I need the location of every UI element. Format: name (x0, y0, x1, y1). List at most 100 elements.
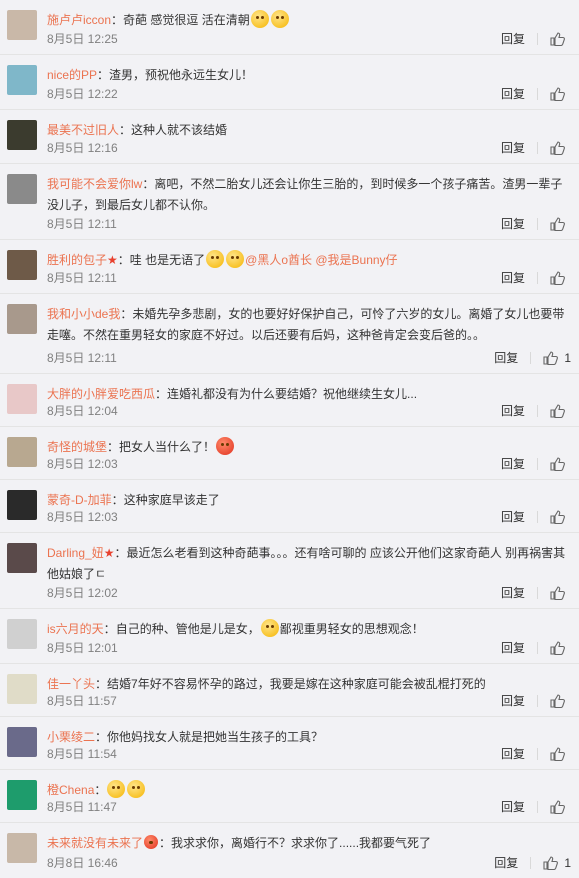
comment-content: 连婚礼都没有为什么要结婚？祝他继续生女儿... (167, 387, 418, 401)
timestamp: 8月5日 12:11 (47, 271, 117, 285)
comment-text: 我和小小de我：未婚先孕多悲剧，女的也要好好保护自己，可怜了六岁的女儿。离婚了女… (47, 304, 571, 346)
disdain-emoji-icon (260, 619, 279, 637)
like-button[interactable]: 1 (543, 350, 571, 366)
divider (537, 587, 538, 599)
username-link[interactable]: 佳一丫头 (47, 677, 95, 691)
reply-button[interactable]: 回复 (501, 86, 525, 102)
avatar[interactable] (7, 490, 37, 520)
reply-button[interactable]: 回复 (501, 746, 525, 762)
username-link[interactable]: 大胖的小胖爱吃西瓜 (47, 387, 155, 401)
comment-item: 橙Chena： 8月5日 11:47 回复 (0, 770, 579, 823)
avatar[interactable] (7, 384, 37, 414)
avatar[interactable] (7, 619, 37, 649)
comment-content-continued: 鄙视重男轻女的思想观念！ (279, 622, 424, 636)
like-button[interactable] (550, 141, 571, 155)
like-button[interactable]: 1 (543, 855, 571, 871)
comment-actions: 回复 (501, 456, 571, 472)
comment-actions: 回复 (501, 216, 571, 232)
comment-body: nice的PP：渣男，预祝他永远生女儿！ (47, 65, 571, 86)
reply-button[interactable]: 回复 (501, 216, 525, 232)
mention-link[interactable]: @我是Bunny仔 (315, 253, 397, 267)
thumbs-up-icon (550, 404, 565, 418)
like-button[interactable] (550, 271, 571, 285)
avatar[interactable] (7, 780, 37, 810)
comment-actions: 回复 (501, 140, 571, 156)
avatar[interactable] (7, 65, 37, 95)
username-link[interactable]: 橙Chena (47, 783, 94, 797)
comment-body: 胜利的包子★：哇 也是无语了 @黑人o酋长 @我是Bunny仔 (47, 250, 571, 271)
comment-text: 橙Chena： (47, 780, 571, 801)
username-link[interactable]: Darling_妞 (47, 546, 104, 560)
avatar[interactable] (7, 543, 37, 573)
comment-item: 大胖的小胖爱吃西瓜：连婚礼都没有为什么要结婚？祝他继续生女儿... 8月5日 1… (0, 374, 579, 427)
reply-button[interactable]: 回复 (494, 350, 518, 366)
comment-meta: 8月5日 12:11 回复 (47, 216, 571, 232)
username-link[interactable]: 施卢卢iccon (47, 13, 111, 27)
timestamp: 8月5日 12:03 (47, 510, 118, 524)
reply-button[interactable]: 回复 (501, 270, 525, 286)
comment-content: 这种家庭早该走了 (123, 493, 220, 507)
reply-button[interactable]: 回复 (501, 693, 525, 709)
separator: ： (95, 677, 108, 691)
thumbs-up-icon (550, 457, 565, 471)
avatar[interactable] (7, 437, 37, 467)
reply-button[interactable]: 回复 (494, 855, 518, 871)
like-button[interactable] (550, 457, 571, 471)
like-button[interactable] (550, 404, 571, 418)
avatar-image (7, 543, 37, 573)
username-link[interactable]: 胜利的包子 (47, 253, 107, 267)
username-link[interactable]: 奇怪的城堡 (47, 440, 107, 454)
username-link[interactable]: 未来就没有未来了 (47, 836, 143, 850)
like-button[interactable] (550, 800, 571, 814)
timestamp: 8月5日 11:54 (47, 747, 117, 761)
username-link[interactable]: 我和小小de我 (47, 307, 120, 321)
reply-button[interactable]: 回复 (501, 509, 525, 525)
separator: ： (117, 253, 130, 267)
like-button[interactable] (550, 586, 571, 600)
avatar-image (7, 384, 37, 414)
comment-body: Darling_妞★：最近怎么老看到这种奇葩事。。。还有啥可聊的 应该公开他们这… (47, 543, 571, 585)
divider (537, 511, 538, 523)
username-link[interactable]: 最美不过旧人 (47, 123, 119, 137)
reply-button[interactable]: 回复 (501, 799, 525, 815)
laugh-emoji-icon (250, 10, 269, 28)
like-button[interactable] (550, 747, 571, 761)
separator: ： (103, 622, 116, 636)
comment-body: 小栗绫二：你他妈找女人就是把她当生孩子的工具？ (47, 727, 571, 748)
like-button[interactable] (550, 694, 571, 708)
avatar[interactable] (7, 10, 37, 40)
username-link[interactable]: is六月的天 (47, 622, 104, 636)
username-link[interactable]: 我可能不会爱你lw (47, 177, 142, 191)
username-link[interactable]: 蒙奇-D-加菲 (47, 493, 112, 507)
avatar[interactable] (7, 833, 37, 863)
comment-content: 结婚7年好不容易怀孕的路过，我要是嫁在这种家庭可能会被乱棍打死的 (107, 677, 486, 691)
username-link[interactable]: 小栗绫二 (47, 730, 95, 744)
avatar[interactable] (7, 120, 37, 150)
like-button[interactable] (550, 87, 571, 101)
reply-button[interactable]: 回复 (501, 31, 525, 47)
avatar[interactable] (7, 727, 37, 757)
username-link[interactable]: nice的PP (47, 68, 97, 82)
like-button[interactable] (550, 32, 571, 46)
like-button[interactable] (550, 641, 571, 655)
like-button[interactable] (550, 217, 571, 231)
reply-button[interactable]: 回复 (501, 456, 525, 472)
reply-button[interactable]: 回复 (501, 585, 525, 601)
avatar[interactable] (7, 174, 37, 204)
reply-button[interactable]: 回复 (501, 640, 525, 656)
comment-text: 蒙奇-D-加菲：这种家庭早该走了 (47, 490, 571, 511)
timestamp: 8月8日 16:46 (47, 856, 118, 870)
like-button[interactable] (550, 510, 571, 524)
divider (537, 748, 538, 760)
mention-link[interactable]: @黑人o酋长 (245, 253, 312, 267)
comment-meta: 8月5日 12:04 回复 (47, 403, 571, 419)
comment-body: 最美不过旧人：这种人就不该结婚 (47, 120, 571, 141)
reply-button[interactable]: 回复 (501, 140, 525, 156)
comment-actions: 回复 (501, 270, 571, 286)
avatar[interactable] (7, 304, 37, 334)
comment-item: 我和小小de我：未婚先孕多悲剧，女的也要好好保护自己，可怜了六岁的女儿。离婚了女… (0, 294, 579, 374)
avatar[interactable] (7, 250, 37, 280)
reply-button[interactable]: 回复 (501, 403, 525, 419)
shocked-emoji-icon (107, 780, 126, 798)
avatar[interactable] (7, 674, 37, 704)
